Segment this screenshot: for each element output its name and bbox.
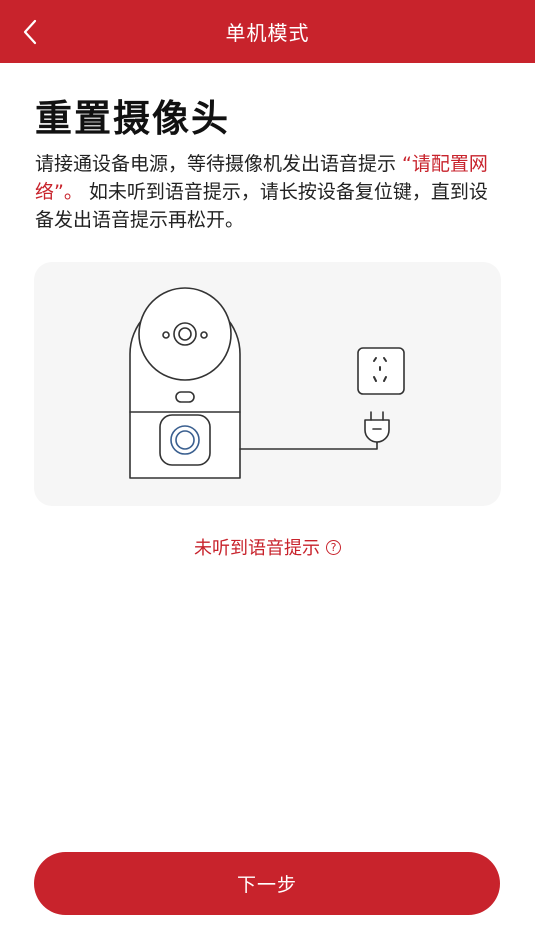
top-bar: 单机模式 [0,0,535,63]
no-voice-prompt-label: 未听到语音提示 [194,538,320,559]
instruction-part-2: 如未听到语音提示，请长按设备复位键，直到设备发出语音提示再松开。 [35,181,488,231]
page-title: 单机模式 [225,21,310,45]
next-button-label: 下一步 [236,874,297,896]
no-voice-prompt-link[interactable]: 未听到语音提示 ? [0,534,535,560]
power-outlet-icon [357,347,405,395]
step-heading: 重置摄像头 [35,97,230,140]
power-plug-icon [364,411,390,444]
instruction-part-1: 请接通设备电源，等待摄像机发出语音提示 [35,153,403,175]
next-button[interactable]: 下一步 [34,852,500,915]
back-button[interactable] [12,14,48,50]
question-circle-icon: ? [326,539,341,555]
camera-and-power-outlet-illustration [34,262,501,506]
camera-icon [129,287,241,479]
chevron-left-icon [23,19,37,45]
power-cable [239,441,378,450]
instruction-text: 请接通设备电源，等待摄像机发出语音提示 “请配置网络”。 如未听到语音提示，请长… [35,150,501,234]
